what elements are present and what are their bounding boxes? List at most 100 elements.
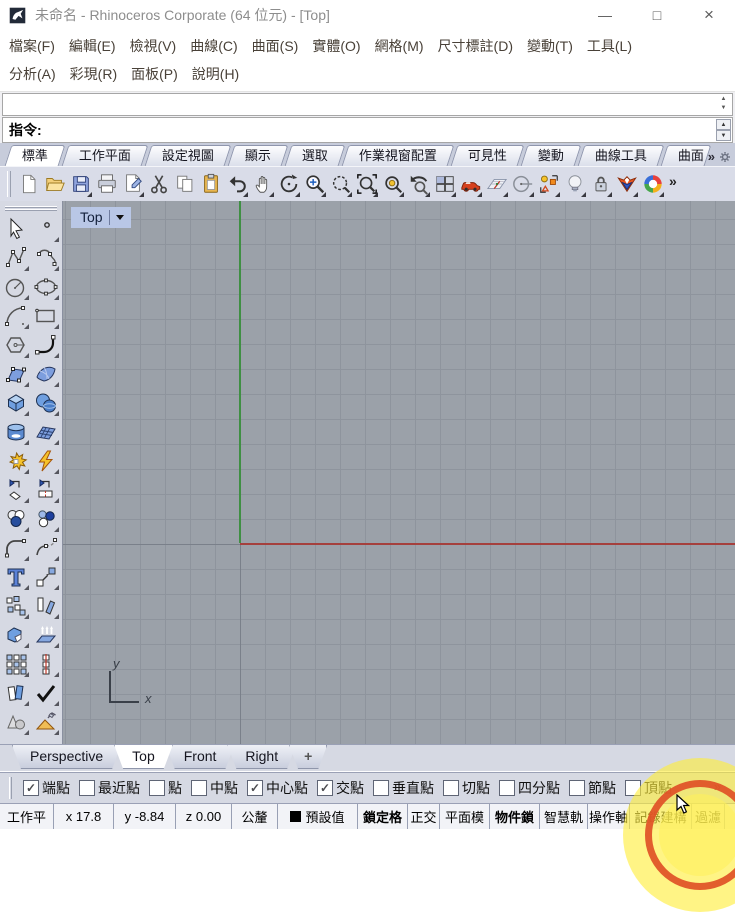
- boolean-union-tool-button[interactable]: [3, 506, 29, 532]
- toolbar-tab-3[interactable]: 設定視圖: [144, 145, 232, 166]
- statusbar-cell-8[interactable]: 正交: [408, 804, 440, 829]
- point-tool-button[interactable]: [33, 216, 59, 242]
- statusbar-cell-7[interactable]: 鎖定格: [358, 804, 408, 829]
- statusbar-cell-4[interactable]: z 0.00: [176, 804, 232, 829]
- osnap-item-2[interactable]: 最近點: [79, 778, 140, 798]
- statusbar-cell-14[interactable]: 過濾: [692, 804, 725, 829]
- osnap-item-5[interactable]: ✓ 中心點: [247, 778, 308, 798]
- osnap-item-6[interactable]: ✓ 交點: [317, 778, 364, 798]
- trim-tool-button[interactable]: [3, 477, 29, 503]
- menu-item-8[interactable]: 尺寸標註(D): [431, 32, 520, 60]
- zoom-in-button[interactable]: [302, 171, 327, 198]
- circle-center-button[interactable]: [510, 171, 535, 198]
- menu-item-b2[interactable]: 彩現(R): [63, 60, 124, 88]
- statusbar-cell-10[interactable]: 物件鎖: [490, 804, 540, 829]
- array-linear-tool-button[interactable]: [33, 651, 59, 677]
- osnap-item-11[interactable]: 頂點: [625, 778, 672, 798]
- menu-item-9[interactable]: 變動(T): [520, 32, 580, 60]
- page-edit-button[interactable]: [120, 171, 145, 198]
- osnap-checkbox-11[interactable]: [625, 779, 641, 796]
- sidebar-grip[interactable]: [5, 206, 57, 208]
- solid-union-tool-button[interactable]: [3, 622, 29, 648]
- statusbar-cell-1[interactable]: 工作平: [0, 804, 54, 829]
- menu-item-5[interactable]: 曲面(S): [245, 32, 306, 60]
- cplane-grid-button[interactable]: [484, 171, 509, 198]
- shear-tool-button[interactable]: [33, 593, 59, 619]
- statusbar-cell-11[interactable]: 智慧軌: [540, 804, 588, 829]
- open-file-button[interactable]: [42, 171, 67, 198]
- surface-network-tool-button[interactable]: [33, 419, 59, 445]
- menu-item-7[interactable]: 網格(M): [368, 32, 431, 60]
- osnap-item-9[interactable]: 四分點: [499, 778, 560, 798]
- scroll-down-icon[interactable]: ▼: [721, 104, 727, 113]
- osnap-checkbox-6[interactable]: ✓: [317, 779, 333, 796]
- osnap-item-4[interactable]: 中點: [191, 778, 238, 798]
- solid-primitives-tool-button[interactable]: [3, 709, 29, 735]
- gear-icon[interactable]: [718, 150, 732, 164]
- viewport-tab-top[interactable]: Top: [114, 745, 173, 769]
- osnap-checkbox-4[interactable]: [191, 779, 207, 796]
- surface-patch-tool-button[interactable]: [33, 361, 59, 387]
- undo-button[interactable]: [224, 171, 249, 198]
- color-wheel-button[interactable]: [640, 171, 665, 198]
- new-document-button[interactable]: [16, 171, 41, 198]
- menu-item-10[interactable]: 工具(L): [580, 32, 639, 60]
- toolbar-tab-8[interactable]: 變動: [520, 145, 582, 166]
- viewport-layout-button[interactable]: [432, 171, 457, 198]
- menu-item-4[interactable]: 曲線(C): [183, 32, 244, 60]
- polygon-tool-button[interactable]: [3, 332, 29, 358]
- lock-button[interactable]: [588, 171, 613, 198]
- check-tool-button[interactable]: [33, 680, 59, 706]
- copy-objects-tool-button[interactable]: [3, 593, 29, 619]
- menu-item-3[interactable]: 檢視(V): [123, 32, 184, 60]
- sidebar-grip-2[interactable]: [5, 209, 57, 211]
- toolbar-tab-6[interactable]: 作業視窗配置: [341, 145, 455, 166]
- osnap-item-3[interactable]: 點: [149, 778, 182, 798]
- osnap-item-7[interactable]: 垂直點: [373, 778, 434, 798]
- boolean-difference-tool-button[interactable]: [33, 506, 59, 532]
- command-history[interactable]: ▲ ▼: [2, 93, 733, 116]
- osnap-checkbox-1[interactable]: ✓: [23, 779, 39, 796]
- fillet-curve-tool-button[interactable]: [3, 535, 29, 561]
- join-tool-button[interactable]: [3, 448, 29, 474]
- array-rect-tool-button[interactable]: [3, 651, 29, 677]
- layer-bulb-button[interactable]: [562, 171, 587, 198]
- rectangle-tool-button[interactable]: [33, 303, 59, 329]
- statusbar-cell-3[interactable]: y -8.84: [114, 804, 176, 829]
- minimize-button[interactable]: —: [579, 0, 631, 30]
- toolbar-tab-2[interactable]: 工作平面: [61, 145, 149, 166]
- toolbar-more-chevron[interactable]: »: [666, 173, 680, 195]
- selection-filter-button[interactable]: [536, 171, 561, 198]
- split-tool-button[interactable]: [33, 477, 59, 503]
- extrude-tool-button[interactable]: [33, 622, 59, 648]
- osnap-checkbox-7[interactable]: [373, 779, 389, 796]
- sphere-tool-button[interactable]: [33, 390, 59, 416]
- statusbar-cell-13[interactable]: 記錄建構: [630, 804, 692, 829]
- osnap-checkbox-10[interactable]: [569, 779, 585, 796]
- osnap-overflow-chevron[interactable]: »: [714, 779, 721, 794]
- close-button[interactable]: ×: [683, 0, 735, 30]
- zoom-selected-button[interactable]: [380, 171, 405, 198]
- menu-item-b3[interactable]: 面板(P): [124, 60, 185, 88]
- zoom-extents-button[interactable]: [354, 171, 379, 198]
- explode-tool-button[interactable]: [33, 448, 59, 474]
- osnap-item-1[interactable]: ✓ 端點: [23, 778, 70, 798]
- menu-item-2[interactable]: 編輯(E): [62, 32, 123, 60]
- spinner-down-icon[interactable]: ▼: [716, 130, 731, 141]
- new-viewport-tab-button[interactable]: +: [289, 745, 327, 769]
- copy-button[interactable]: [172, 171, 197, 198]
- text-tool-button[interactable]: [3, 564, 29, 590]
- osnap-checkbox-8[interactable]: [443, 779, 459, 796]
- menu-item-1[interactable]: 檔案(F): [2, 32, 62, 60]
- ellipse-tool-button[interactable]: [33, 274, 59, 300]
- scroll-up-icon[interactable]: ▲: [721, 95, 727, 104]
- paste-button[interactable]: [198, 171, 223, 198]
- pyramid-tool-button[interactable]: [33, 709, 59, 735]
- osnap-item-8[interactable]: 切點: [443, 778, 490, 798]
- osnap-item-10[interactable]: 節點: [569, 778, 616, 798]
- move-tool-button[interactable]: [33, 564, 59, 590]
- statusbar-cell-2[interactable]: x 17.8: [54, 804, 114, 829]
- history-scroll-arrows[interactable]: ▲ ▼: [717, 95, 730, 113]
- spinner-up-icon[interactable]: ▲: [716, 119, 731, 130]
- toolbar-tab-7[interactable]: 可見性: [450, 145, 525, 166]
